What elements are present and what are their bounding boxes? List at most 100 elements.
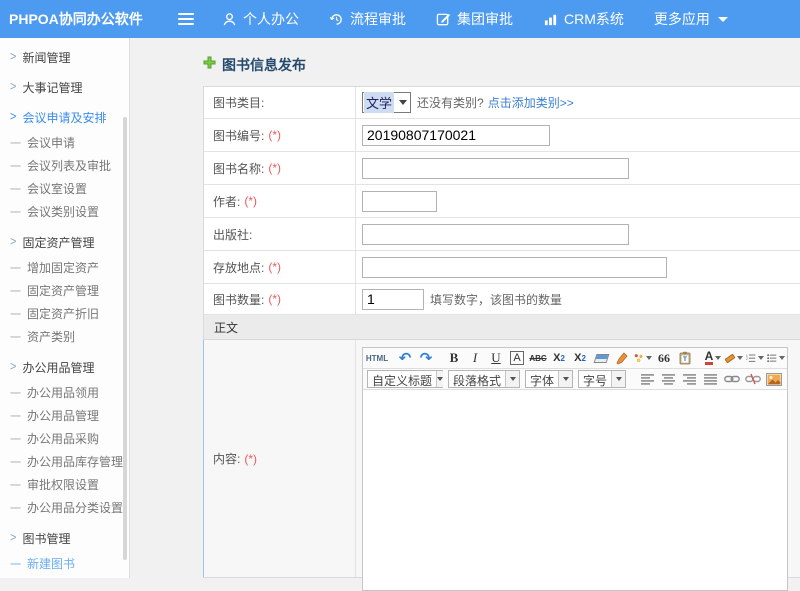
italic-button[interactable]: I: [465, 349, 485, 367]
font-size-dropdown[interactable]: 字号: [578, 370, 626, 388]
sidebar-item-new-book[interactable]: 新建图书: [0, 552, 129, 575]
font-color-button[interactable]: A: [703, 349, 723, 367]
unordered-list-button[interactable]: [766, 349, 786, 367]
nav-process-approval[interactable]: 流程审批: [329, 9, 406, 29]
dash-icon: [10, 181, 21, 197]
nav-crm-system[interactable]: CRM系统: [543, 9, 624, 29]
align-left-button[interactable]: [638, 370, 658, 388]
book-name-input[interactable]: [362, 158, 629, 179]
redo-button[interactable]: ↷: [416, 349, 436, 367]
sidebar-item-meeting-category[interactable]: 会议类别设置: [0, 200, 129, 223]
dropdown-caret-icon: [737, 356, 743, 360]
strikethrough-button[interactable]: ABC: [528, 349, 548, 367]
hamburger-menu-icon[interactable]: [178, 13, 194, 25]
sidebar-item-meeting-apply[interactable]: 会议申请: [0, 131, 129, 154]
required-mark: (*): [244, 194, 257, 208]
custom-title-dropdown[interactable]: 自定义标题: [367, 370, 443, 388]
align-justify-button[interactable]: [701, 370, 721, 388]
form-row-book-no: 图书编号:(*): [204, 119, 800, 152]
font-family-dropdown[interactable]: 字体: [525, 370, 573, 388]
editor-toolbar-row-1: HTML ↶ ↷ B I U A ABC X2 X2: [363, 348, 787, 369]
page-title-text: 图书信息发布: [222, 55, 306, 75]
nav-label: 流程审批: [350, 9, 406, 29]
dash-icon: [10, 408, 21, 424]
undo-button[interactable]: ↶: [395, 349, 415, 367]
dropdown-caret-icon: [558, 371, 572, 387]
sidebar: 新闻管理 大事记管理 会议申请及安排 会议申请 会议列表及审批 会议室设置 会议…: [0, 38, 130, 578]
editor-content-area[interactable]: [363, 390, 787, 590]
book-form: 图书类目: 文学 还没有类别? 点击添加类别>> 图书编号:(*) 图书名称:(…: [203, 86, 800, 578]
sidebar-item-supplies-stock[interactable]: 办公用品库存管理: [0, 450, 129, 473]
dash-icon: [10, 260, 21, 276]
sidebar-item-supplies-claim[interactable]: 办公用品领用: [0, 381, 129, 404]
paste-button[interactable]: T: [675, 349, 695, 367]
dash-icon: [10, 306, 21, 322]
ordered-list-button[interactable]: 12: [745, 349, 765, 367]
sidebar-item-fixed-assets[interactable]: 固定资产管理: [0, 231, 129, 253]
chevron-right-icon: [10, 110, 16, 124]
publisher-input[interactable]: [362, 224, 629, 245]
sidebar-item-meeting-room[interactable]: 会议室设置: [0, 177, 129, 200]
nav-label: 个人办公: [243, 9, 299, 29]
sidebar-item-add-asset[interactable]: 增加固定资产: [0, 256, 129, 279]
sidebar-item-meeting-list[interactable]: 会议列表及审批: [0, 154, 129, 177]
insert-link-button[interactable]: [722, 370, 742, 388]
nav-group-approval[interactable]: 集团审批: [436, 9, 513, 29]
sidebar-item-book-manage[interactable]: 图书管理: [0, 527, 129, 549]
underline-button[interactable]: U: [486, 349, 506, 367]
clear-format-button[interactable]: [612, 349, 632, 367]
sidebar-item-meeting[interactable]: 会议申请及安排: [0, 106, 129, 128]
remove-link-button[interactable]: [743, 370, 763, 388]
nav-personal-office[interactable]: 个人办公: [222, 9, 299, 29]
location-input[interactable]: [362, 257, 667, 278]
subscript-button[interactable]: X2: [570, 349, 590, 367]
dash-icon: [10, 500, 21, 516]
sidebar-item-supplies-manage[interactable]: 办公用品管理: [0, 404, 129, 427]
sidebar-item-news[interactable]: 新闻管理: [0, 46, 129, 68]
blockquote-button[interactable]: 66: [654, 349, 674, 367]
field-label: 出版社:: [213, 226, 252, 243]
paragraph-format-dropdown[interactable]: 段落格式: [448, 370, 520, 388]
sidebar-item-supplies-category[interactable]: 办公用品分类设置: [0, 496, 129, 519]
quantity-input[interactable]: [362, 289, 424, 310]
sidebar-scrollbar[interactable]: [123, 117, 127, 560]
superscript-button[interactable]: X2: [549, 349, 569, 367]
bar-chart-icon: [543, 12, 558, 27]
category-select[interactable]: 文学: [362, 92, 411, 113]
required-mark: (*): [268, 292, 281, 306]
field-label: 存放地点:: [213, 259, 264, 276]
svg-text:2: 2: [746, 357, 748, 361]
sidebar-item-asset-manage[interactable]: 固定资产管理: [0, 279, 129, 302]
insert-local-image-button[interactable]: [785, 370, 787, 388]
page-title: 图书信息发布: [203, 55, 800, 75]
align-center-button[interactable]: [659, 370, 679, 388]
category-selected-value: 文学: [364, 92, 394, 113]
form-row-category: 图书类目: 文学 还没有类别? 点击添加类别>>: [204, 87, 800, 119]
ordered-list-icon: 12: [746, 352, 756, 364]
nav-more-apps[interactable]: 更多应用: [654, 9, 728, 29]
align-left-icon: [641, 374, 655, 385]
chevron-right-icon: [10, 531, 16, 545]
sidebar-item-asset-depreciation[interactable]: 固定资产折旧: [0, 302, 129, 325]
sidebar-item-memorabilia[interactable]: 大事记管理: [0, 76, 129, 98]
bold-button[interactable]: B: [444, 349, 464, 367]
insert-image-button[interactable]: [764, 370, 784, 388]
field-label: 图书数量:: [213, 291, 264, 308]
eraser-button[interactable]: [591, 349, 611, 367]
html-source-button[interactable]: HTML: [367, 349, 387, 367]
edit-square-icon: [436, 12, 451, 27]
sidebar-item-office-supplies[interactable]: 办公用品管理: [0, 356, 129, 378]
sidebar-item-approval-permission[interactable]: 审批权限设置: [0, 473, 129, 496]
align-right-button[interactable]: [680, 370, 700, 388]
format-painter-button[interactable]: [633, 349, 653, 367]
font-border-button[interactable]: A: [510, 351, 523, 365]
sidebar-item-asset-category[interactable]: 资产类别: [0, 325, 129, 348]
author-input[interactable]: [362, 191, 437, 212]
book-no-input[interactable]: [362, 125, 550, 146]
align-center-icon: [662, 374, 676, 385]
sidebar-item-supplies-purchase[interactable]: 办公用品采购: [0, 427, 129, 450]
editor-toolbar-row-2: 自定义标题 段落格式 字体 字号: [363, 369, 787, 390]
highlight-color-button[interactable]: [724, 349, 744, 367]
add-category-link[interactable]: 点击添加类别>>: [488, 94, 574, 111]
top-bar: PHPOA协同办公软件 个人办公 流程审批 集团审批 CRM系统 更多应用: [0, 0, 800, 38]
